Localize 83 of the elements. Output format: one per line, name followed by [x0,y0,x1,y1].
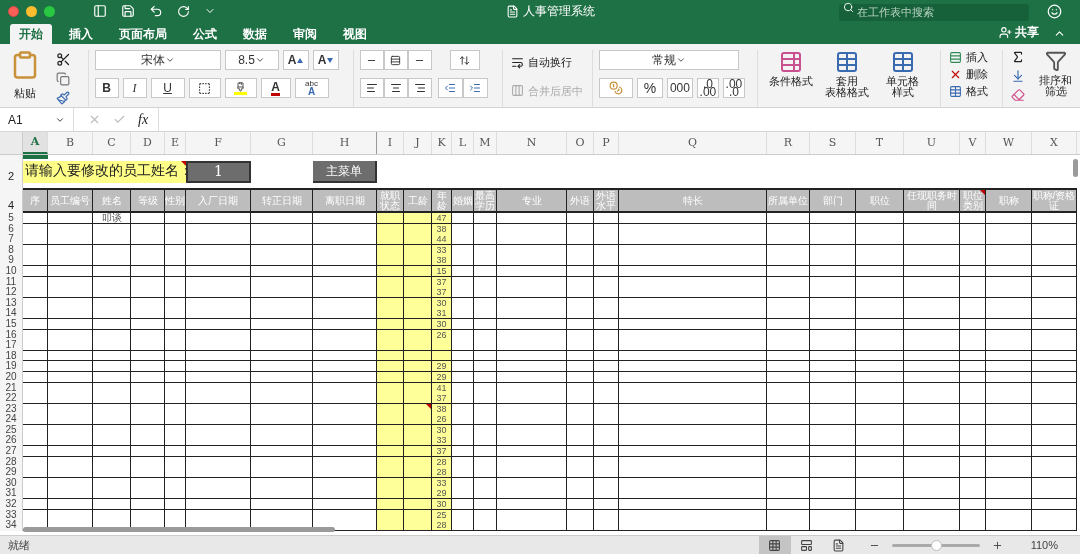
column-header[interactable]: P [594,132,619,154]
font-size-dropdown[interactable]: 8.5 [224,50,279,70]
table-cell: 15 [432,265,452,277]
styles-button[interactable]: 条件格式 [765,50,816,107]
italic-button[interactable]: I [122,78,147,98]
column-header[interactable]: B [48,132,93,154]
column-heading-cell: 员工编号 [48,188,93,213]
column-header[interactable]: X [1032,132,1077,154]
search-field[interactable]: 在工作表中搜索 [839,3,1029,21]
column-header[interactable]: H [313,132,377,154]
table-cell: 28 [432,520,452,532]
font-color-button[interactable]: A [260,78,291,98]
ribbon-tab[interactable]: 页面布局 [110,24,176,44]
ribbon-tab[interactable]: 审阅 [284,24,326,44]
column-header[interactable]: V [960,132,986,154]
cells-button[interactable]: 格式 [948,84,994,98]
percent-button[interactable]: % [636,78,663,98]
column-heading-cell: 专业 [497,188,567,213]
column-header[interactable]: N [497,132,567,154]
column-header[interactable]: R [767,132,810,154]
column-header[interactable]: E [165,132,186,154]
zoom-level[interactable]: 110% [1030,536,1058,554]
column-header[interactable]: I [377,132,404,154]
row-header[interactable]: 2 [0,159,23,184]
column-heading-cell: 序 [23,188,48,213]
font-dropdown[interactable]: 宋体 [94,50,221,70]
function-button[interactable]: fx [138,109,149,130]
column-heading-cell: 等级 [131,188,165,213]
cells-button[interactable]: 删除 [948,67,994,81]
row-header[interactable]: 15 [0,318,23,330]
table-cell: 30 [432,318,452,330]
column-heading-cell: 婚姻 [452,188,474,213]
comma-button[interactable]: 000 [666,78,693,98]
ribbon-tab[interactable]: 数据 [234,24,276,44]
column-heading-cell: 年龄 [432,188,452,213]
column-heading-cell: 工龄 [404,188,432,213]
paste-label[interactable]: 粘贴 [14,85,36,102]
ribbon-tab[interactable]: 插入 [60,24,102,44]
ribbon-tab[interactable]: 公式 [184,24,226,44]
column-header[interactable]: L [452,132,474,154]
number-format-dropdown[interactable]: 常规 [598,50,739,70]
column-header[interactable]: F [186,132,251,154]
row-header[interactable]: 34 [0,520,23,532]
prompt-label: 请输入要修改的员工姓名： [23,160,186,183]
styles-button[interactable]: 单元格 样式 [877,50,928,107]
name-box[interactable]: A1 [0,108,74,131]
wrap-text-button[interactable]: 自动换行 [510,54,588,71]
column-header[interactable]: T [856,132,904,154]
share-button[interactable]: 共享 [999,23,1039,41]
sort-filter-button[interactable]: 排序和 筛选 [1039,50,1072,107]
column-header[interactable]: K [432,132,452,154]
cells-button[interactable]: 插入 [948,50,994,64]
status-text: 就绪 [8,537,30,553]
table-cell: 29 [432,371,452,383]
row-header[interactable]: 7 [0,234,23,246]
decrease-decimal-button[interactable]: .00 .0 [722,78,745,98]
row-header[interactable]: 20 [0,371,23,383]
column-header[interactable]: W [986,132,1032,154]
row-header[interactable]: 4 [0,188,23,213]
column-heading-cell: 特长 [619,188,767,213]
window-title: 人事管理系统 [523,3,595,20]
column-header[interactable]: M [474,132,497,154]
text-effect-button[interactable]: abc A [294,78,329,98]
column-header[interactable]: U [904,132,960,154]
styles-button[interactable]: 套用 表格格式 [821,50,872,107]
shrink-font-button[interactable]: A [312,50,339,70]
row-header[interactable]: 17 [0,340,23,351]
bold-button[interactable]: B [94,78,119,98]
column-header[interactable]: O [567,132,594,154]
row-header[interactable]: 10 [0,265,23,277]
underline-button[interactable]: U [150,78,185,98]
main-menu-button[interactable]: 主菜单 [313,160,377,183]
column-header[interactable]: G [251,132,313,154]
ribbon-tab[interactable]: 开始 [10,24,52,44]
grow-font-button[interactable]: A [282,50,309,70]
column-header[interactable]: J [404,132,432,154]
ribbon-tab[interactable]: 视图 [334,24,376,44]
increase-decimal-button[interactable]: .0 .00 [696,78,719,98]
column-header[interactable]: A [23,132,48,154]
column-header[interactable]: D [131,132,165,154]
column-header[interactable]: S [810,132,856,154]
column-header[interactable]: Q [619,132,767,154]
column-header[interactable]: C [93,132,131,154]
